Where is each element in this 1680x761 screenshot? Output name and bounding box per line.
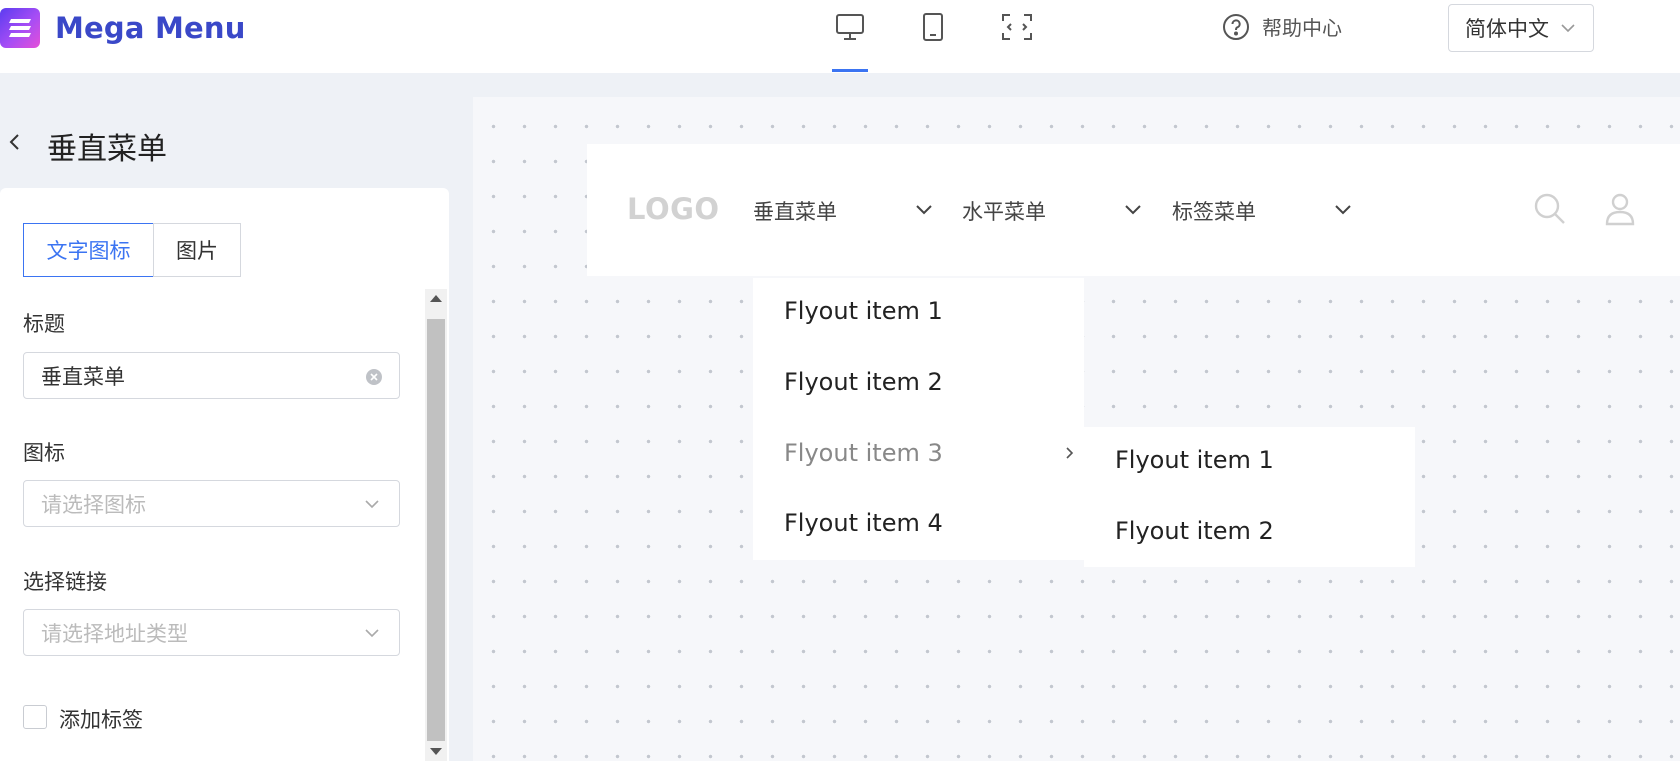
nav-item-vertical-menu[interactable]: 垂直菜单 [753, 196, 932, 226]
link-field-label: 选择链接 [23, 570, 107, 594]
panel-scrollbar[interactable] [425, 289, 447, 761]
chevron-down-icon [1561, 24, 1575, 33]
language-value: 简体中文 [1465, 17, 1549, 41]
clear-icon[interactable] [365, 368, 383, 386]
flyout-item[interactable]: Flyout item 1 [784, 297, 943, 325]
title-input[interactable]: 垂直菜单 [23, 352, 400, 399]
preview-navbar: LOGO 垂直菜单 水平菜单 标签菜单 [587, 144, 1680, 276]
chevron-down-icon [1125, 205, 1141, 215]
icon-field-label: 图标 [23, 441, 65, 465]
chevron-down-icon [1335, 205, 1351, 215]
fullscreen-icon[interactable] [998, 8, 1036, 46]
chevron-right-icon [1066, 447, 1074, 459]
app-brand: Mega Menu [55, 11, 246, 45]
add-tag-checkbox[interactable] [23, 705, 47, 729]
title-input-value: 垂直菜单 [41, 364, 125, 389]
chevron-down-icon [365, 629, 379, 638]
nav-item-label: 垂直菜单 [753, 200, 837, 224]
nav-item-horizontal-menu[interactable]: 水平菜单 [962, 196, 1141, 226]
flyout-item-with-submenu[interactable]: Flyout item 3 [784, 439, 943, 467]
help-center-label: 帮助中心 [1262, 16, 1342, 40]
nav-item-label: 标签菜单 [1172, 200, 1256, 224]
chevron-down-icon [365, 500, 379, 509]
top-bar: Mega Menu 帮助中心 简体中文 [0, 0, 1680, 73]
flyout-item[interactable]: Flyout item 4 [784, 509, 943, 537]
icon-select[interactable]: 请选择图标 [23, 480, 400, 527]
submenu-item[interactable]: Flyout item 1 [1115, 446, 1274, 474]
flyout-submenu: Flyout item 1 Flyout item 2 [1084, 427, 1415, 567]
app-logo-icon [0, 8, 40, 48]
settings-panel: 文字图标 图片 标题 垂直菜单 图标 请选择图标 选择链接 请选择地址类型 添加… [0, 188, 449, 761]
desktop-icon[interactable] [831, 8, 869, 46]
nav-item-label: 水平菜单 [962, 200, 1046, 224]
add-tag-label: 添加标签 [59, 708, 143, 732]
scroll-up-arrow-icon[interactable] [430, 295, 442, 302]
scroll-thumb[interactable] [427, 319, 445, 741]
tab-image[interactable]: 图片 [153, 223, 241, 277]
link-type-placeholder: 请选择地址类型 [41, 621, 188, 646]
user-icon[interactable] [1604, 192, 1636, 226]
chevron-left-icon [9, 134, 19, 150]
active-device-indicator [832, 69, 868, 72]
help-center-link[interactable]: 帮助中心 [1222, 12, 1342, 41]
page-title: 垂直菜单 [47, 132, 167, 167]
preview-logo: LOGO [627, 192, 720, 226]
panel-tabs: 文字图标 图片 [23, 223, 241, 277]
help-icon [1223, 13, 1249, 40]
flyout-menu: Flyout item 1 Flyout item 2 Flyout item … [753, 278, 1084, 560]
back-button[interactable] [8, 133, 20, 155]
icon-select-placeholder: 请选择图标 [41, 492, 146, 517]
scroll-down-arrow-icon[interactable] [430, 748, 442, 755]
title-field-label: 标题 [23, 312, 65, 336]
tablet-icon[interactable] [914, 8, 952, 46]
tab-text-icon[interactable]: 文字图标 [23, 223, 154, 277]
search-icon[interactable] [1533, 192, 1567, 226]
language-select[interactable]: 简体中文 [1448, 4, 1594, 52]
chevron-down-icon [916, 205, 932, 215]
nav-item-tab-menu[interactable]: 标签菜单 [1172, 196, 1351, 226]
flyout-item[interactable]: Flyout item 2 [784, 368, 943, 396]
submenu-item[interactable]: Flyout item 2 [1115, 517, 1274, 545]
link-type-select[interactable]: 请选择地址类型 [23, 609, 400, 656]
